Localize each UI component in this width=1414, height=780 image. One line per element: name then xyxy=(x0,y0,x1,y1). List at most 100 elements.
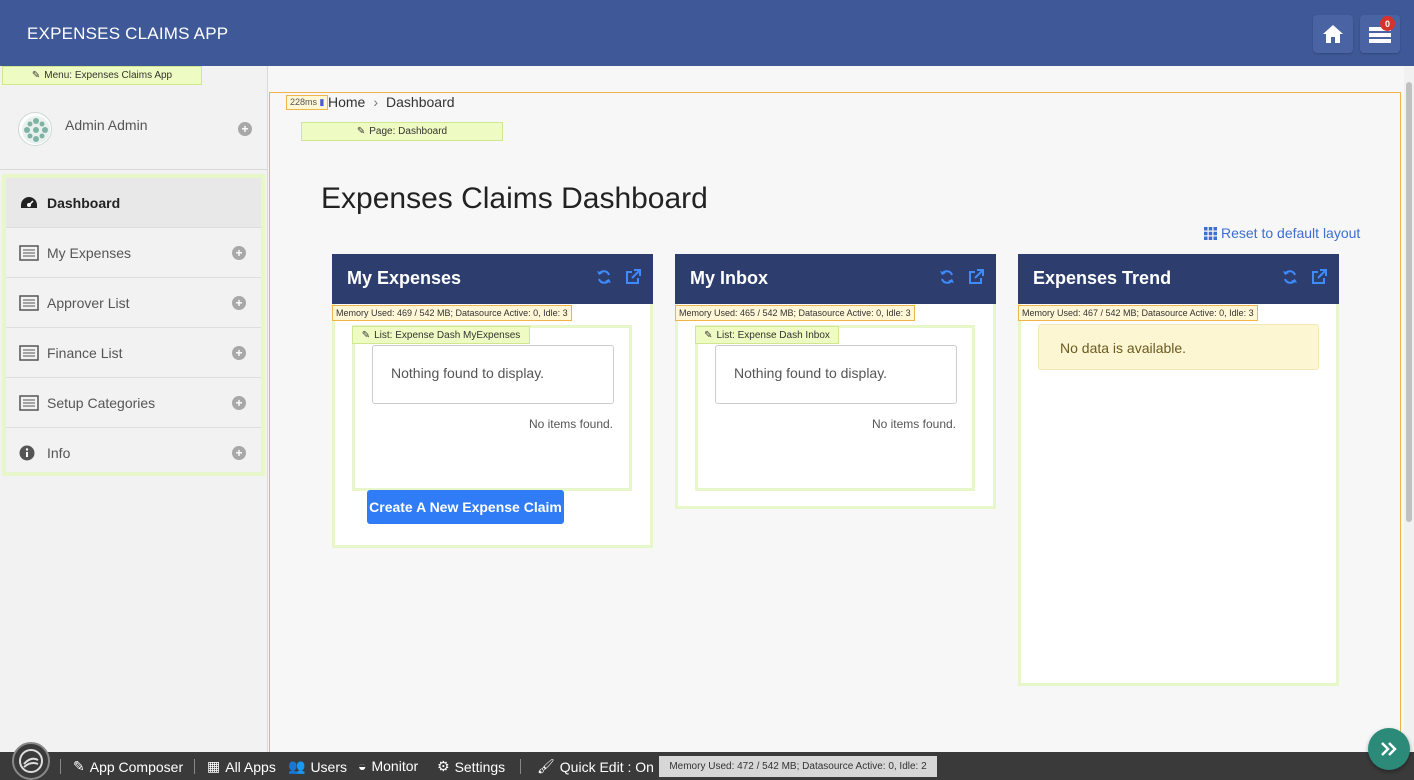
quick-edit-label: Quick Edit : On xyxy=(559,758,654,775)
bottom-toolbar: ✎ App Composer ▦ All Apps 👥 Users ◒ Monitor … xyxy=(0,742,1414,780)
menu-edit-label: Menu: Expenses Claims App xyxy=(44,70,173,81)
list-icon xyxy=(19,244,39,261)
sidebar-item-setup-categories[interactable]: Setup Categories + xyxy=(6,378,261,428)
list-edit-label: List: Expense Dash MyExpenses xyxy=(374,329,521,341)
external-link-icon[interactable] xyxy=(1311,269,1327,285)
double-chevron-right-icon xyxy=(1381,742,1397,756)
sidebar-item-label: My Expenses xyxy=(47,244,132,261)
sidebar-item-label: Approver List xyxy=(47,294,130,311)
list-container: Nothing found to display. No items found… xyxy=(352,325,632,491)
breadcrumb-home[interactable]: Home xyxy=(328,94,365,110)
users-label: Users xyxy=(310,758,347,775)
grid-icon: ▦ xyxy=(207,758,221,774)
edit-icon: ✎ xyxy=(73,758,85,774)
app-composer-label: App Composer xyxy=(89,758,184,775)
scrollbar-thumb[interactable] xyxy=(1406,82,1412,522)
expand-icon[interactable]: + xyxy=(232,396,246,410)
app-composer-button[interactable]: ✎ App Composer xyxy=(73,758,183,775)
list-edit-tag[interactable]: ✎ List: Expense Dash Inbox xyxy=(695,326,839,344)
page-title: Expenses Claims Dashboard xyxy=(321,182,708,215)
reset-layout-label: Reset to default layout xyxy=(1221,225,1361,241)
page-scrollbar[interactable] xyxy=(1404,66,1414,752)
external-link-icon[interactable] xyxy=(625,269,641,285)
list-edit-tag[interactable]: ✎ List: Expense Dash MyExpenses xyxy=(352,326,530,344)
no-items-text: No items found. xyxy=(528,417,613,431)
toolbar-divider xyxy=(194,759,195,774)
sidebar-item-label: Dashboard xyxy=(47,194,121,211)
monitor-label: Monitor xyxy=(371,758,419,774)
main-content: Home › Dashboard 228ms ▮ ✎ Page: Dashboard… xyxy=(268,66,1414,772)
panel-header: My Expenses xyxy=(332,254,653,304)
copy-icon: ▮ xyxy=(317,97,325,107)
page-edit-tag[interactable]: ✎ Page: Dashboard xyxy=(301,122,503,141)
avatar[interactable] xyxy=(18,112,52,146)
gears-icon: ⚙ xyxy=(437,758,450,774)
sidebar-item-info[interactable]: Info + xyxy=(6,428,261,478)
expand-icon[interactable]: + xyxy=(232,346,246,360)
user-expand-icon[interactable]: + xyxy=(238,122,252,136)
monitor-button[interactable]: ◒ Monitor xyxy=(358,758,418,774)
expand-icon[interactable]: + xyxy=(232,446,246,460)
no-data-alert: No data is available. xyxy=(1038,324,1319,370)
brush-icon: 🖌 xyxy=(537,758,555,774)
expand-icon[interactable]: + xyxy=(232,296,246,310)
app-menu-button[interactable]: 0 xyxy=(1360,15,1400,53)
grid-icon xyxy=(1204,226,1217,240)
panel-title: Expenses Trend xyxy=(1033,268,1172,288)
list-edit-label: List: Expense Dash Inbox xyxy=(716,329,830,341)
breadcrumb-current: Dashboard xyxy=(386,94,455,110)
sidebar: ✎ Menu: Expenses Claims App Admin Admin … xyxy=(0,66,268,752)
panel-header: Expenses Trend xyxy=(1018,254,1339,304)
toolbar-divider xyxy=(60,759,61,774)
panel-title: My Inbox xyxy=(690,268,769,288)
all-apps-label: All Apps xyxy=(225,758,276,775)
chevron-right-icon: › xyxy=(373,94,379,110)
page-edit-label: Page: Dashboard xyxy=(369,126,448,137)
home-button[interactable] xyxy=(1313,15,1353,53)
app-title[interactable]: EXPENSES CLAIMS APP xyxy=(27,24,228,44)
external-link-icon[interactable] xyxy=(968,269,984,285)
toolbar-divider xyxy=(520,759,521,774)
sidebar-item-dashboard[interactable]: Dashboard xyxy=(6,178,261,228)
all-apps-button[interactable]: ▦ All Apps xyxy=(207,758,276,775)
quick-edit-toggle[interactable]: 🖌 Quick Edit : On xyxy=(537,758,654,775)
dashboard-icon xyxy=(19,195,39,211)
memory-tag: Memory Used: 465 / 542 MB; Datasource Ac… xyxy=(675,305,915,321)
memory-tag: Memory Used: 469 / 542 MB; Datasource Ac… xyxy=(332,305,572,321)
notification-badge: 0 xyxy=(1380,16,1395,31)
users-button[interactable]: 👥 Users xyxy=(288,758,347,775)
pencil-icon: ✎ xyxy=(361,329,371,341)
empty-message: Nothing found to display. xyxy=(715,345,957,404)
expand-icon[interactable]: + xyxy=(232,246,246,260)
refresh-icon[interactable] xyxy=(1282,269,1298,285)
reset-layout-link[interactable]: Reset to default layout xyxy=(1204,225,1360,241)
breadcrumb: Home › Dashboard xyxy=(328,94,455,110)
settings-button[interactable]: ⚙ Settings xyxy=(437,758,505,775)
memory-tag: Memory Used: 467 / 542 MB; Datasource Ac… xyxy=(1018,305,1258,321)
create-expense-claim-button[interactable]: Create A New Expense Claim xyxy=(367,490,564,524)
list-icon xyxy=(19,294,39,311)
panel-header: My Inbox xyxy=(675,254,996,304)
refresh-icon[interactable] xyxy=(596,269,612,285)
pencil-icon: ✎ xyxy=(31,70,41,81)
sidebar-item-label: Info xyxy=(47,445,71,461)
sidebar-item-approver-list[interactable]: Approver List + xyxy=(6,278,261,328)
info-icon xyxy=(19,445,39,461)
pencil-icon: ✎ xyxy=(704,329,713,341)
sidebar-item-my-expenses[interactable]: My Expenses + xyxy=(6,228,261,278)
platform-logo-icon[interactable] xyxy=(12,742,50,780)
user-block: Admin Admin + xyxy=(0,86,268,170)
user-name[interactable]: Admin Admin xyxy=(65,117,147,133)
list-icon xyxy=(19,394,39,411)
menu-edit-tag[interactable]: ✎ Menu: Expenses Claims App xyxy=(2,66,202,85)
top-bar: EXPENSES CLAIMS APP 0 xyxy=(0,0,1414,66)
sidebar-item-label: Finance List xyxy=(47,344,123,361)
refresh-icon[interactable] xyxy=(939,269,955,285)
sidebar-item-finance-list[interactable]: Finance List + xyxy=(6,328,261,378)
timing-value: 228ms xyxy=(290,97,318,107)
no-items-text: No items found. xyxy=(871,417,956,431)
expand-toolbar-button[interactable] xyxy=(1368,728,1410,770)
sidebar-nav: Dashboard My Expenses + Approver List + … xyxy=(2,174,265,476)
memory-status: Memory Used: 472 / 542 MB; Datasource Ac… xyxy=(659,756,937,777)
home-icon xyxy=(1323,25,1343,43)
